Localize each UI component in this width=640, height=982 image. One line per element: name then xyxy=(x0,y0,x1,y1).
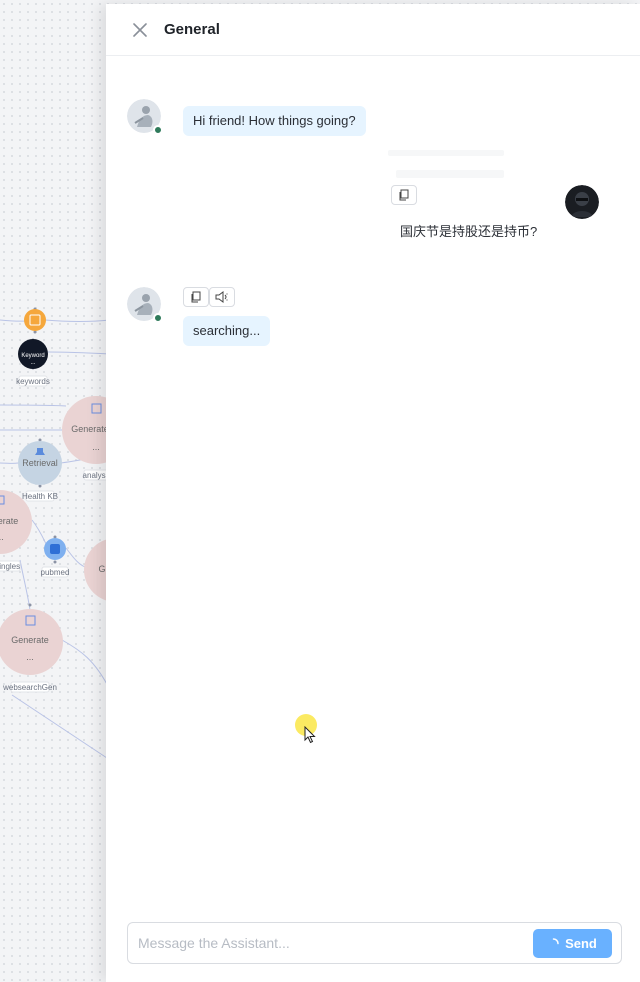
mouse-pointer-icon xyxy=(304,726,316,744)
keyword-node-title: Keyword xyxy=(21,353,44,359)
copy-icon xyxy=(191,291,201,303)
generate-node-4-label: websearchGen xyxy=(2,683,57,692)
generate-node-2-subtitle: ... xyxy=(0,532,4,542)
user-message-text: 国庆节是持股还是持币? xyxy=(400,224,538,239)
keyword-node-label: keywords xyxy=(16,377,50,386)
generate-node-1-subtitle: ... xyxy=(92,442,100,452)
assistant-message-bubble: searching... xyxy=(183,316,271,346)
generate-node-2-label: Singles xyxy=(0,562,20,571)
generate-node-3-title: G xyxy=(98,564,105,574)
online-status-dot xyxy=(153,125,163,135)
read-aloud-button[interactable] xyxy=(209,287,235,307)
message-input[interactable] xyxy=(138,931,528,955)
retrieval-node-title: Retrieval xyxy=(22,458,58,468)
send-button[interactable]: Send xyxy=(533,929,612,958)
close-icon xyxy=(133,22,147,37)
drawer-title: General xyxy=(164,21,220,38)
generate-node-4-subtitle: ... xyxy=(26,652,34,662)
generate-node-2[interactable]: enerate ... Singles xyxy=(0,490,32,572)
placeholder-line xyxy=(396,170,504,178)
placeholder-line xyxy=(388,150,504,156)
keyword-node-subtitle: ... xyxy=(30,360,35,366)
send-button-label: Send xyxy=(565,936,597,951)
drawer-header: General xyxy=(106,4,640,56)
close-button[interactable] xyxy=(130,20,150,40)
keyword-node[interactable]: Keyword ... keywords xyxy=(16,339,50,387)
pubmed-node-label: pubmed xyxy=(41,568,70,577)
copy-icon xyxy=(399,189,409,201)
retrieval-node-label: Health KB xyxy=(22,492,58,501)
copy-button[interactable] xyxy=(183,287,209,307)
copy-button[interactable] xyxy=(391,185,417,205)
generate-node-1-title: Generate xyxy=(71,424,109,434)
pubmed-node[interactable]: pubmed xyxy=(41,538,70,578)
generate-node-4[interactable]: Generate ... websearchGen xyxy=(0,609,63,693)
generate-node-4-title: Generate xyxy=(11,635,49,645)
assistant-message-bubble: Hi friend! How things going? xyxy=(183,106,366,136)
retrieval-node[interactable]: Retrieval Health KB xyxy=(18,441,62,502)
speaker-icon xyxy=(215,291,228,303)
user-avatar xyxy=(565,185,599,219)
chat-drawer: General Hi friend! How things going? 国庆节… xyxy=(106,4,640,982)
online-status-dot xyxy=(153,313,163,323)
prompt-node[interactable] xyxy=(24,309,46,331)
message-composer: Send xyxy=(127,922,622,964)
loading-spinner-icon xyxy=(552,938,559,945)
generate-node-2-title: enerate xyxy=(0,516,18,526)
